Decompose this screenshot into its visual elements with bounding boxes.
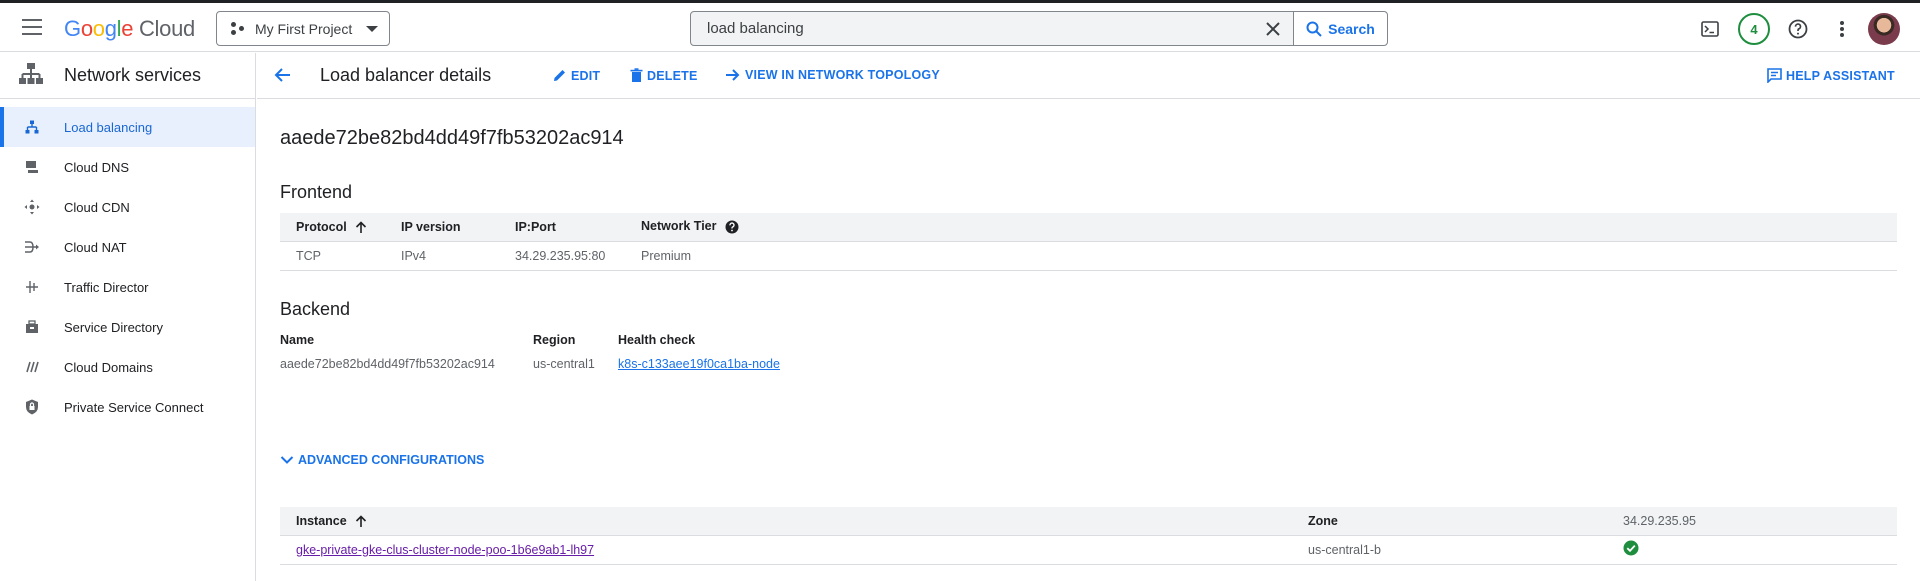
health-check-link[interactable]: k8s-c133aee19f0ca1ba-node [618, 357, 780, 371]
chevron-down-icon [280, 456, 294, 464]
backend-title: Backend [280, 299, 351, 319]
page-header: Load balancer details EDIT DELETE VIEW I… [257, 53, 1920, 99]
sidebar-item-cloud-domains[interactable]: Cloud Domains [0, 347, 255, 387]
frontend-table: Protocol IP version IP:Port Network Tier… [280, 213, 1897, 271]
top-bar: Google Cloud My First Project Search 4 [0, 3, 1920, 52]
sidebar-title: Network services [64, 65, 202, 85]
traffic-director-icon [24, 280, 40, 294]
table-row: TCP IPv4 34.29.235.95:80 Premium [280, 240, 1897, 271]
service-directory-icon [24, 320, 40, 334]
avatar[interactable] [1868, 13, 1900, 45]
search-bar: Search [690, 11, 1388, 46]
sidebar-item-load-balancing[interactable]: Load balancing [0, 107, 255, 147]
sidebar: Network services Load balancing Cloud DN… [0, 53, 256, 581]
back-arrow-icon[interactable] [273, 65, 293, 88]
column-header-ip-port: IP:Port [499, 213, 625, 241]
domains-icon [24, 361, 40, 373]
edit-button[interactable]: EDIT [552, 68, 600, 83]
sidebar-item-cloud-nat[interactable]: Cloud NAT [0, 227, 255, 267]
menu-icon[interactable] [22, 19, 42, 35]
column-header-instance[interactable]: Instance [280, 507, 1292, 535]
sort-arrow-up-icon [355, 515, 366, 527]
delete-button[interactable]: DELETE [630, 68, 698, 83]
load-balancing-icon [24, 120, 40, 134]
search-button[interactable]: Search [1293, 12, 1387, 45]
cdn-icon [24, 199, 40, 215]
terminal-icon[interactable] [1698, 17, 1722, 41]
search-input[interactable] [691, 12, 1253, 45]
notifications-badge[interactable]: 4 [1738, 13, 1770, 45]
chat-icon [1767, 68, 1782, 83]
project-name: My First Project [255, 20, 353, 37]
sort-arrow-up-icon [355, 221, 366, 233]
check-circle-icon [1623, 540, 1639, 556]
backend-region-value: us-central1 [533, 357, 595, 371]
cell-zone: us-central1-b [1292, 534, 1607, 565]
instances-table: Instance Zone 34.29.235.95 gke-private-g… [280, 507, 1897, 565]
close-icon[interactable] [1253, 12, 1293, 45]
cell-ip-version: IPv4 [385, 240, 499, 271]
backend-health-check-label: Health check [618, 333, 696, 347]
help-icon[interactable] [725, 220, 739, 234]
network-services-icon [18, 62, 46, 89]
nat-icon [24, 240, 40, 254]
sidebar-item-private-service-connect[interactable]: Private Service Connect [0, 387, 255, 427]
delete-icon [630, 68, 643, 82]
sidebar-item-cloud-cdn[interactable]: Cloud CDN [0, 187, 255, 227]
column-header-network-tier: Network Tier [625, 213, 1897, 241]
help-assistant-button[interactable]: HELP ASSISTANT [1767, 68, 1895, 83]
cell-network-tier: Premium [625, 240, 1897, 271]
advanced-configurations-toggle[interactable]: ADVANCED CONFIGURATIONS [280, 453, 484, 467]
arrow-forward-icon [726, 69, 740, 81]
cell-protocol: TCP [280, 240, 385, 271]
instance-link[interactable]: gke-private-gke-clus-cluster-node-poo-1b… [296, 543, 594, 557]
cell-health-status [1607, 534, 1897, 565]
help-icon[interactable] [1786, 17, 1810, 41]
chevron-down-icon [366, 25, 379, 32]
column-header-zone: Zone [1292, 507, 1607, 535]
project-picker[interactable]: My First Project [216, 11, 390, 46]
column-header-protocol[interactable]: Protocol [280, 213, 385, 241]
page-title: Load balancer details [320, 65, 492, 85]
load-balancer-name: aaede72be82bd4dd49f7fb53202ac914 [280, 127, 624, 149]
search-icon [1306, 21, 1322, 37]
google-cloud-logo[interactable]: Google Cloud [64, 16, 195, 42]
backend-name-label: Name [280, 333, 315, 347]
sidebar-item-traffic-director[interactable]: Traffic Director [0, 267, 255, 307]
dns-icon [24, 160, 40, 174]
backend-region-label: Region [533, 333, 576, 347]
private-service-connect-icon [24, 399, 40, 415]
column-header-ip-version: IP version [385, 213, 499, 241]
more-vert-icon[interactable] [1830, 17, 1854, 41]
table-header-row: Instance Zone 34.29.235.95 [280, 507, 1897, 535]
backend-name-value: aaede72be82bd4dd49f7fb53202ac914 [280, 357, 495, 371]
sidebar-header: Network services [0, 53, 255, 99]
project-icon [231, 21, 245, 36]
column-header-ip: 34.29.235.95 [1607, 507, 1897, 535]
cell-ip-port: 34.29.235.95:80 [499, 240, 625, 271]
cell-instance: gke-private-gke-clus-cluster-node-poo-1b… [280, 534, 1292, 565]
frontend-title: Frontend [280, 182, 353, 202]
table-header-row: Protocol IP version IP:Port Network Tier [280, 213, 1897, 241]
view-network-topology-button[interactable]: VIEW IN NETWORK TOPOLOGY [725, 68, 940, 82]
table-row: gke-private-gke-clus-cluster-node-poo-1b… [280, 534, 1897, 565]
edit-icon [554, 70, 565, 81]
main-content: Load balancer details EDIT DELETE VIEW I… [257, 53, 1920, 581]
sidebar-item-service-directory[interactable]: Service Directory [0, 307, 255, 347]
sidebar-item-cloud-dns[interactable]: Cloud DNS [0, 147, 255, 187]
